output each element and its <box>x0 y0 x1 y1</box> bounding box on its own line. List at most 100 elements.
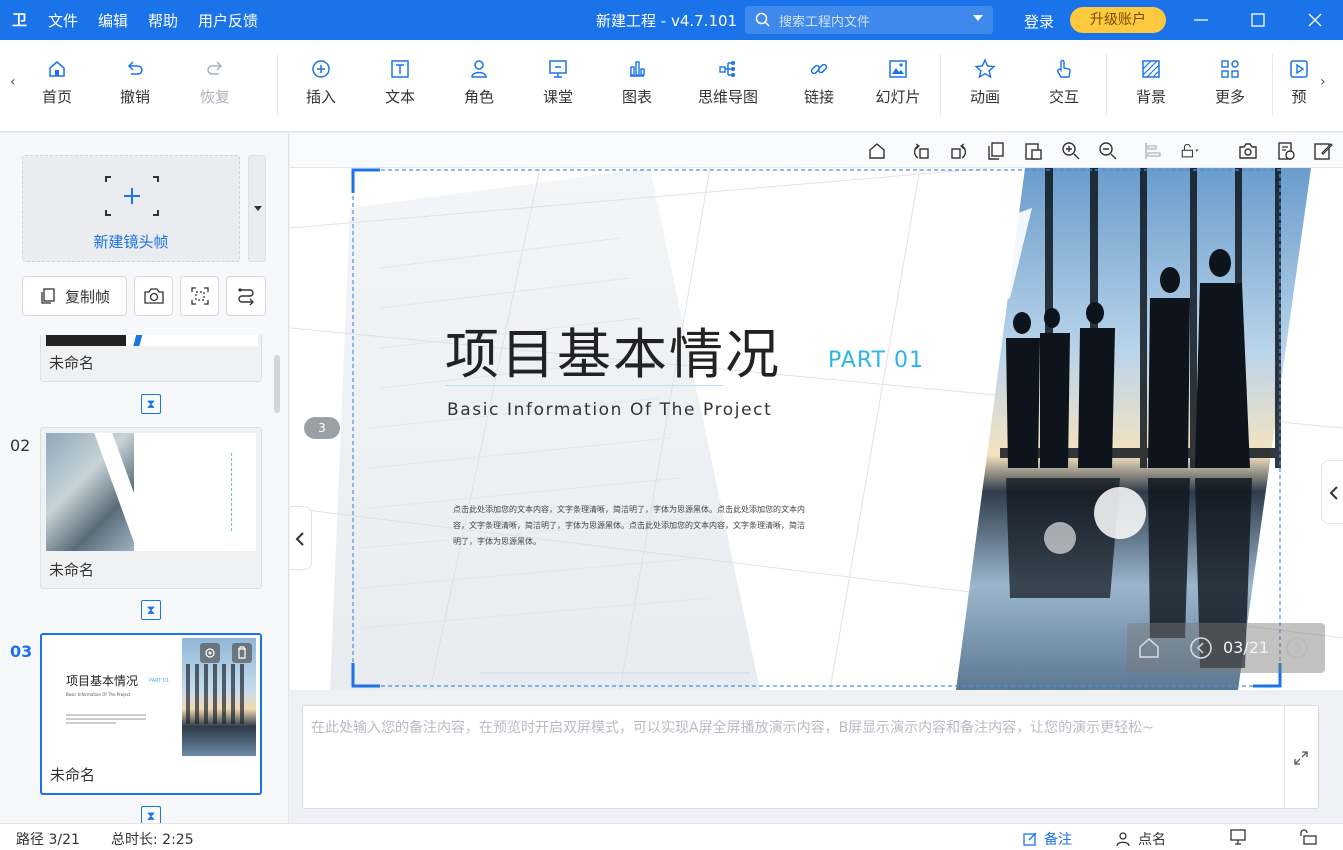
nav-home-icon[interactable] <box>1137 636 1161 660</box>
rollcall-label: 点名 <box>1138 832 1166 848</box>
trash-icon[interactable] <box>232 643 252 663</box>
toolbar-insert[interactable]: 插入 <box>286 58 356 107</box>
edit-icon[interactable] <box>1312 140 1334 162</box>
transition-hourglass-icon[interactable]: ⧗ <box>141 806 161 823</box>
copy-icon[interactable] <box>985 140 1007 162</box>
toolbar-preview[interactable]: 预 <box>1282 58 1316 107</box>
background-icon <box>1142 60 1160 78</box>
toolbar-home[interactable]: 首页 <box>22 58 92 107</box>
toolbar-mindmap[interactable]: 思维导图 <box>686 58 770 107</box>
eye-icon[interactable] <box>200 643 220 663</box>
rotate-right-icon[interactable] <box>948 140 970 162</box>
transition-hourglass-icon[interactable]: ⧗ <box>141 394 161 414</box>
slide-name: 未命名 <box>50 766 96 784</box>
fit-frame-button[interactable] <box>180 276 219 316</box>
menu-help[interactable]: 帮助 <box>148 10 178 31</box>
lock-dropdown-icon[interactable] <box>1180 140 1202 162</box>
slide-body-text[interactable]: 点击此处添加您的文本内容，文字条理清晰，简洁明了，字体为思源黑体。点击此处添加您… <box>453 502 809 550</box>
main-menu: 文件 编辑 帮助 用户反馈 <box>48 10 278 31</box>
bar-chart-icon <box>630 61 645 77</box>
toolbar-scroll-right-icon[interactable]: › <box>1320 74 1326 90</box>
menu-file[interactable]: 文件 <box>48 10 78 31</box>
new-frame-button[interactable]: 新建镜头帧 <box>22 155 240 262</box>
toolbar-role[interactable]: 角色 <box>444 58 514 107</box>
search-box[interactable]: 搜索工程内文件 <box>745 6 993 34</box>
slide-subtitle[interactable]: Basic Information Of The Project <box>447 400 772 420</box>
image-slide-icon <box>889 60 907 78</box>
align-left-icon[interactable] <box>1142 140 1164 162</box>
playback-nav: 03/21 <box>1127 623 1325 673</box>
screen-icon[interactable] <box>1229 829 1247 845</box>
slide-background-lines <box>290 168 1343 690</box>
slide-list: 未命名 ⧗ 02 未命名 ⧗ 03 项目基本情况 PART 01 Basic I… <box>0 335 289 823</box>
preview-icon <box>1290 60 1308 78</box>
slide-list-scrollbar[interactable] <box>274 355 280 413</box>
rollcall-button[interactable]: 点名 <box>1116 829 1166 849</box>
toolbar-divider <box>277 54 278 116</box>
path-order-button[interactable] <box>226 276 266 316</box>
slide-canvas[interactable]: 项目基本情况 PART 01 Basic Information Of The … <box>290 168 1343 690</box>
person-icon <box>471 60 487 78</box>
toolbar-link[interactable]: 链接 <box>784 58 854 107</box>
toolbar-scroll-left-icon[interactable]: ‹ <box>10 74 16 90</box>
slide-card-02[interactable]: 未命名 <box>40 427 262 589</box>
notes-input[interactable]: 在此处输入您的备注内容，在预览时开启双屏模式，可以实现A屏全屏播放演示内容，B屏… <box>302 705 1319 809</box>
expand-right-panel[interactable] <box>1321 460 1343 524</box>
transition-hourglass-icon[interactable]: ⧗ <box>141 600 161 620</box>
nav-prev-icon[interactable] <box>1189 636 1213 660</box>
login-link[interactable]: 登录 <box>1024 11 1054 32</box>
mindmap-icon <box>719 61 735 77</box>
camera-icon[interactable] <box>1237 140 1259 162</box>
chevron-left-icon <box>1329 486 1338 500</box>
search-dropdown-icon[interactable] <box>973 15 983 21</box>
slide-card-03-selected[interactable]: 项目基本情况 PART 01 Basic Information Of The … <box>40 633 262 795</box>
toolbar-text[interactable]: 文本 <box>365 58 435 107</box>
record-file-icon[interactable] <box>1275 140 1297 162</box>
unlock-icon[interactable] <box>1298 829 1318 845</box>
toolbar-chart-label: 图表 <box>621 88 652 106</box>
toolbar-slide-label: 幻灯片 <box>875 88 921 106</box>
slide-name: 未命名 <box>49 561 95 579</box>
paste-icon[interactable] <box>1022 140 1044 162</box>
new-frame-dropdown[interactable] <box>248 155 266 262</box>
home-view-icon[interactable] <box>866 140 888 162</box>
expand-icon[interactable] <box>1293 750 1309 766</box>
upgrade-button[interactable]: 升级账户 <box>1070 7 1166 33</box>
toolbar-more[interactable]: 更多 <box>1195 58 1265 107</box>
frame-panel: 新建镜头帧 复制帧 未命名 ⧗ 02 未命名 ⧗ 03 项目基本情况 PART … <box>0 133 289 823</box>
toolbar-chart[interactable]: 图表 <box>602 58 672 107</box>
toolbar-slide[interactable]: 幻灯片 <box>863 58 933 107</box>
slide-thumbnail <box>46 335 258 346</box>
thumb-title: 项目基本情况 <box>66 674 139 688</box>
menu-edit[interactable]: 编辑 <box>98 10 128 31</box>
nav-next-icon[interactable] <box>1285 636 1309 660</box>
toolbar-undo[interactable]: 撤销 <box>100 58 170 107</box>
toolbar-classroom[interactable]: 课堂 <box>523 58 593 107</box>
maximize-icon[interactable] <box>1245 8 1271 32</box>
grid-more-icon <box>1221 60 1239 78</box>
slide-title[interactable]: 项目基本情况 <box>445 310 781 389</box>
path-number-badge[interactable]: 3 <box>304 417 340 439</box>
slide-card-01[interactable]: 未命名 <box>40 335 262 382</box>
notes-placeholder: 在此处输入您的备注内容，在预览时开启双屏模式，可以实现A屏全屏播放演示内容，B屏… <box>311 720 1154 736</box>
menu-feedback[interactable]: 用户反馈 <box>198 10 258 31</box>
notes-area: 在此处输入您的备注内容，在预览时开启双屏模式，可以实现A屏全屏播放演示内容，B屏… <box>290 690 1343 823</box>
home-icon <box>49 61 65 77</box>
notes-toggle-button[interactable]: 备注 <box>1022 829 1072 849</box>
toolbar-animation-label: 动画 <box>969 88 1000 106</box>
toolbar-animation[interactable]: 动画 <box>950 58 1020 107</box>
rotate-left-icon[interactable] <box>910 140 932 162</box>
toolbar-preview-label: 预 <box>1291 88 1307 106</box>
copy-frame-button[interactable]: 复制帧 <box>22 276 127 316</box>
collapse-left-panel[interactable] <box>290 506 312 570</box>
copy-frame-label: 复制帧 <box>64 287 110 306</box>
toolbar-interaction[interactable]: 交互 <box>1029 58 1099 107</box>
toolbar-redo[interactable]: 恢复 <box>180 58 250 107</box>
snapshot-frame-button[interactable] <box>134 276 173 316</box>
toolbar-background[interactable]: 背景 <box>1116 58 1186 107</box>
slide-part-label[interactable]: PART 01 <box>828 348 924 373</box>
zoom-out-icon[interactable] <box>1097 140 1119 162</box>
close-icon[interactable] <box>1302 8 1328 32</box>
zoom-in-icon[interactable] <box>1060 140 1082 162</box>
minimize-icon[interactable] <box>1188 8 1214 32</box>
